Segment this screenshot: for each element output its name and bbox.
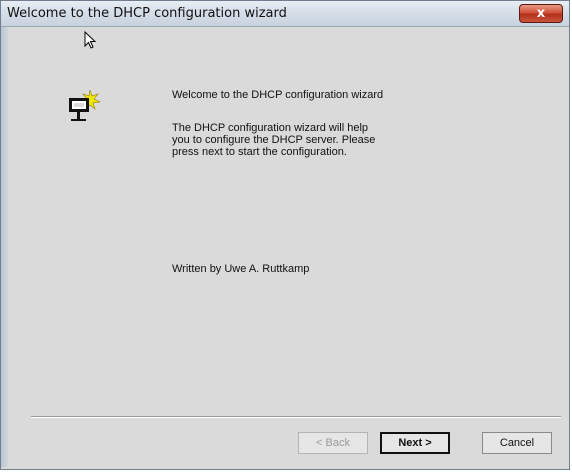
monitor-with-sparkle-icon	[68, 89, 102, 129]
wizard-window: Welcome to the DHCP configuration wizard…	[0, 0, 570, 470]
title-bar[interactable]: Welcome to the DHCP configuration wizard…	[1, 1, 569, 27]
wizard-description: The DHCP configuration wizard will help …	[172, 122, 376, 158]
close-icon: x	[536, 6, 546, 21]
author-credit: Written by Uwe A. Ruttkamp	[172, 263, 310, 275]
back-button[interactable]: < Back	[298, 432, 368, 454]
window-title: Welcome to the DHCP configuration wizard	[7, 6, 287, 21]
next-button[interactable]: Next >	[380, 432, 450, 454]
mouse-pointer-icon	[84, 30, 97, 55]
close-button[interactable]: x	[519, 4, 563, 23]
wizard-body: Welcome to the DHCP configuration wizard…	[8, 27, 569, 469]
button-separator	[31, 416, 561, 418]
cancel-button[interactable]: Cancel	[482, 432, 552, 454]
wizard-heading: Welcome to the DHCP configuration wizard	[172, 89, 384, 101]
window-left-edge	[1, 27, 8, 467]
